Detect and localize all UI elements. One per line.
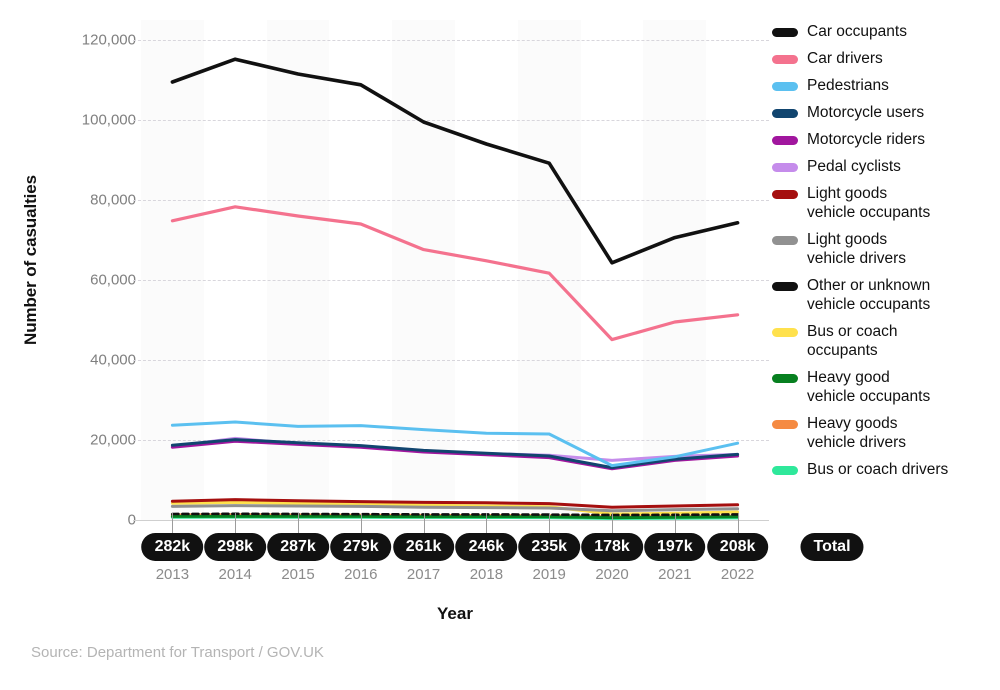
legend-swatch-icon	[772, 190, 798, 199]
x-axis-leader-line	[612, 513, 613, 535]
legend-item[interactable]: Bus or coach occupants	[772, 322, 998, 360]
total-row-label-badge: Total	[800, 533, 864, 561]
legend-swatch-icon	[772, 282, 798, 291]
y-axis-tick-label: 60,000	[90, 271, 136, 289]
legend-swatch-icon	[772, 236, 798, 245]
legend-label: Bus or coach occupants	[807, 323, 898, 359]
chart-root: Number of casualties 0 20,000 40,000 60,000…	[0, 0, 1000, 690]
x-axis-title: Year	[437, 604, 473, 623]
x-axis-tick-label: 2016	[344, 566, 378, 583]
x-axis-leader-line	[298, 513, 299, 535]
x-axis-leader-line	[235, 513, 237, 535]
y-axis-title-text: Number of casualties	[21, 175, 41, 345]
legend-swatch-icon	[772, 28, 798, 37]
legend-label: Light goods vehicle drivers	[807, 231, 907, 267]
legend-label: Motorcycle users	[807, 104, 925, 121]
legend-swatch-icon	[772, 420, 798, 429]
x-axis-leader-line	[360, 513, 362, 535]
legend-swatch-icon	[772, 328, 798, 337]
legend-label: Other or unknown vehicle occupants	[807, 277, 931, 313]
y-axis-title: Number of casualties	[14, 0, 48, 520]
legend-item[interactable]: Light goods vehicle drivers	[772, 230, 998, 268]
x-axis-leader-line	[674, 513, 676, 535]
legend-item[interactable]: Heavy goods vehicle drivers	[772, 414, 998, 452]
legend-swatch-icon	[772, 374, 798, 383]
x-axis-leader-line	[423, 513, 425, 535]
x-axis-leader-line	[737, 513, 739, 535]
legend-label: Heavy good vehicle occupants	[807, 369, 931, 405]
total-badge: 282k	[141, 533, 204, 561]
legend-item[interactable]: Pedestrians	[772, 76, 998, 95]
legend-swatch-icon	[772, 163, 798, 172]
total-badges-row: 282k 298k 287k 279k 261k 246k 235k 178k 197k 208k…	[0, 533, 1000, 563]
series-line	[170, 205, 740, 342]
legend-label: Pedestrians	[807, 77, 889, 94]
legend-item[interactable]: Bus or coach drivers	[772, 460, 998, 479]
legend-label: Pedal cyclists	[807, 158, 901, 175]
x-axis-leader-line	[549, 513, 551, 535]
legend-swatch-icon	[772, 55, 798, 64]
y-axis-tick-label: 20,000	[90, 431, 136, 449]
x-axis-leader-lines	[141, 513, 769, 535]
total-badge: 178k	[581, 533, 643, 561]
y-axis-tick-label: 100,000	[81, 111, 136, 129]
x-axis-tick-label: 2013	[155, 566, 190, 583]
legend-item[interactable]: Other or unknown vehicle occupants	[772, 276, 998, 314]
plot-area	[133, 20, 769, 521]
legend-label: Light goods vehicle occupants	[807, 185, 931, 221]
total-badge: 298k	[204, 533, 266, 561]
total-badge: 261k	[392, 533, 455, 561]
x-axis-tick-label: 2019	[532, 566, 566, 583]
x-axis-leader-line	[486, 513, 488, 535]
legend: Car occupants Car drivers Pedestrians Motor…	[772, 22, 998, 487]
x-axis-tick-labels: 2013 2014 2015 2016 2017 2018 2019 2020 2021 2022	[0, 566, 1000, 590]
legend-label: Car occupants	[807, 23, 907, 40]
legend-item[interactable]: Motorcycle riders	[772, 130, 998, 149]
legend-label: Heavy goods vehicle drivers	[807, 415, 907, 451]
legend-item[interactable]: Light goods vehicle occupants	[772, 184, 998, 222]
legend-swatch-icon	[772, 82, 798, 91]
y-axis-tick-label: 120,000	[81, 31, 136, 49]
total-badge: 287k	[267, 533, 329, 561]
legend-item[interactable]: Car drivers	[772, 49, 998, 68]
legend-label: Car drivers	[807, 50, 883, 67]
legend-swatch-icon	[772, 136, 798, 145]
total-badge: 279k	[330, 533, 392, 561]
x-axis-tick-label: 2014	[218, 566, 252, 583]
legend-item[interactable]: Heavy good vehicle occupants	[772, 368, 998, 406]
series-line	[170, 439, 740, 471]
legend-item[interactable]: Pedal cyclists	[772, 157, 998, 176]
legend-item[interactable]: Motorcycle users	[772, 103, 998, 122]
x-axis-leader-line	[172, 513, 174, 535]
x-axis-tick-label: 2017	[406, 566, 441, 583]
x-axis-tick-label: 2020	[595, 566, 629, 583]
x-axis-tick-label: 2018	[469, 566, 504, 583]
legend-swatch-icon	[772, 109, 798, 118]
legend-label: Motorcycle riders	[807, 131, 925, 148]
y-axis-tick-label: 80,000	[90, 191, 136, 209]
legend-swatch-icon	[772, 466, 798, 475]
total-badge: 197k	[644, 533, 706, 561]
total-badge: 208k	[706, 533, 769, 561]
total-badge: 246k	[455, 533, 518, 561]
series-lines	[170, 57, 740, 520]
x-axis-tick-label: 2015	[281, 566, 315, 583]
source-caption: Source: Department for Transport / GOV.U…	[31, 644, 324, 661]
total-badge: 235k	[518, 533, 580, 561]
x-axis-tick-label: 2021	[658, 566, 692, 583]
legend-item[interactable]: Car occupants	[772, 22, 998, 41]
x-axis-tick-label: 2022	[720, 566, 755, 583]
series-line	[170, 57, 740, 265]
y-axis-tick-label: 40,000	[90, 351, 136, 369]
legend-label: Bus or coach drivers	[807, 461, 949, 478]
